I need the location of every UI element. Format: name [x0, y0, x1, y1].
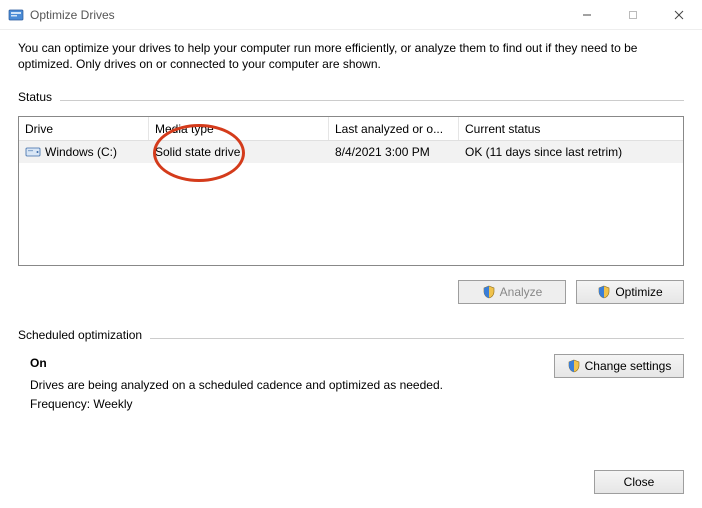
close-window-button[interactable]: Close [594, 470, 684, 494]
scheduled-desc: Drives are being analyzed on a scheduled… [30, 376, 443, 395]
shield-icon [482, 285, 496, 299]
status-label: Status [18, 90, 52, 104]
change-settings-button[interactable]: Change settings [554, 354, 684, 378]
close-button-label: Close [624, 475, 655, 489]
optimize-button-label: Optimize [615, 285, 662, 299]
last-analyzed-cell: 8/4/2021 3:00 PM [329, 145, 459, 159]
analyze-button[interactable]: Analyze [458, 280, 566, 304]
footer: Close [594, 470, 684, 494]
scheduled-section: Scheduled optimization On Drives are bei… [18, 328, 684, 414]
current-status-cell: OK (11 days since last retrim) [459, 145, 683, 159]
window-title: Optimize Drives [30, 8, 564, 22]
scheduled-section-header: Scheduled optimization [18, 328, 684, 346]
change-settings-label: Change settings [585, 359, 672, 373]
app-icon [8, 7, 24, 23]
table-row[interactable]: Windows (C:) Solid state drive 8/4/2021 … [19, 141, 683, 163]
window-controls [564, 0, 702, 29]
shield-icon [597, 285, 611, 299]
action-button-row: Analyze Optimize [18, 280, 684, 304]
media-type-cell: Solid state drive [149, 145, 329, 159]
scheduled-label: Scheduled optimization [18, 328, 142, 342]
titlebar: Optimize Drives [0, 0, 702, 30]
status-section-header: Status [18, 90, 684, 108]
content-area: You can optimize your drives to help you… [0, 30, 702, 432]
scheduled-frequency: Frequency: Weekly [30, 395, 443, 414]
analyze-button-label: Analyze [500, 285, 543, 299]
col-drive-header[interactable]: Drive [19, 117, 149, 140]
intro-text: You can optimize your drives to help you… [18, 40, 684, 72]
col-media-header[interactable]: Media type [149, 117, 329, 140]
drive-icon [25, 144, 41, 160]
shield-icon [567, 359, 581, 373]
drive-table[interactable]: Drive Media type Last analyzed or o... C… [18, 116, 684, 266]
table-header: Drive Media type Last analyzed or o... C… [19, 117, 683, 141]
section-rule [150, 338, 684, 339]
scheduled-state: On [30, 354, 443, 373]
maximize-button[interactable] [610, 0, 656, 29]
col-status-header[interactable]: Current status [459, 117, 683, 140]
drive-name: Windows (C:) [45, 145, 117, 159]
col-last-header[interactable]: Last analyzed or o... [329, 117, 459, 140]
minimize-button[interactable] [564, 0, 610, 29]
scheduled-info: On Drives are being analyzed on a schedu… [30, 354, 443, 414]
table-body: Windows (C:) Solid state drive 8/4/2021 … [19, 141, 683, 163]
close-button[interactable] [656, 0, 702, 29]
section-rule [60, 100, 684, 101]
optimize-button[interactable]: Optimize [576, 280, 684, 304]
